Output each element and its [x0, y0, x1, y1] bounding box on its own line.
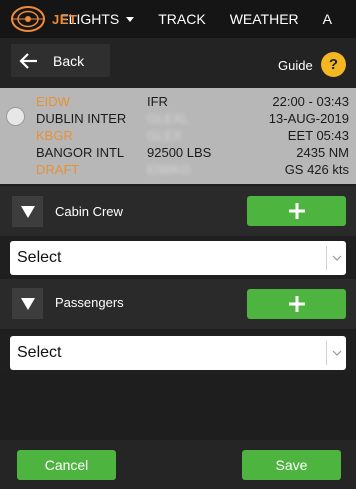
back-label: Back — [53, 52, 85, 69]
flight-row: BANGOR INTL 92500 LBS 2435 NM — [0, 145, 356, 161]
flight-rules: IFR — [147, 94, 168, 109]
arrival-code: KBGR — [36, 128, 73, 143]
add-passenger-button[interactable] — [247, 289, 346, 319]
passengers-select-row: Select — [0, 332, 356, 374]
footer-bar: Cancel Save — [0, 440, 356, 489]
passengers-collapse-button[interactable] — [12, 288, 43, 319]
passengers-label: Passengers — [55, 295, 124, 310]
nav-weather[interactable]: WEATHER — [230, 11, 299, 27]
cabin-crew-collapse-button[interactable] — [12, 196, 43, 227]
select-chevron-icon — [326, 341, 346, 365]
nav-truncated-item[interactable]: A — [323, 11, 332, 27]
logo-text: JET — [52, 12, 78, 27]
passengers-select[interactable]: Select — [10, 336, 346, 370]
nav-track-label: TRACK — [158, 11, 206, 27]
back-button[interactable]: Back — [11, 44, 110, 77]
passengers-header: Passengers — [0, 279, 356, 329]
caret-down-icon — [126, 16, 135, 22]
help-icon[interactable]: ? — [321, 52, 346, 77]
cabin-crew-select[interactable]: Select — [10, 241, 346, 275]
add-cabin-crew-button[interactable] — [247, 196, 346, 226]
collapse-triangle-icon — [20, 205, 35, 218]
collapse-triangle-icon — [20, 297, 35, 310]
departure-code: EIDW — [36, 94, 70, 109]
registration-redacted: EIWKO — [147, 162, 191, 177]
passengers-select-value: Select — [17, 344, 62, 361]
estimated-enroute-time: EET 05:43 — [287, 128, 349, 143]
aircraft-model-redacted: GLEX — [147, 128, 182, 143]
flight-row: EIDW IFR 22:00 - 03:43 — [0, 94, 356, 110]
departure-name: DUBLIN INTER — [36, 111, 127, 126]
flight-times: 22:00 - 03:43 — [272, 94, 349, 109]
nav-weather-label: WEATHER — [229, 11, 299, 27]
cancel-button[interactable]: Cancel — [17, 450, 116, 480]
arrival-name: BANGOR INTL — [36, 145, 125, 160]
nav-truncated-label: A — [322, 11, 332, 27]
nav-track[interactable]: TRACK — [158, 11, 205, 27]
ground-speed: GS 426 kts — [284, 162, 349, 177]
flight-row: DRAFT EIWKO GS 426 kts — [0, 162, 356, 178]
guide-link[interactable]: Guide — [278, 58, 313, 73]
flight-row: DUBLIN INTER GLEXL 13-AUG-2019 — [0, 111, 356, 127]
aircraft-type-redacted: GLEXL — [147, 111, 189, 126]
flight-summary-card[interactable]: EIDW IFR 22:00 - 03:43 DUBLIN INTER GLEX… — [0, 88, 356, 184]
flight-date: 13-AUG-2019 — [268, 111, 349, 126]
aircraft-weight: 92500 LBS — [147, 145, 212, 160]
select-chevron-icon — [326, 246, 346, 270]
cabin-crew-select-row: Select — [0, 237, 356, 279]
cabin-crew-select-value: Select — [17, 249, 62, 266]
jet-logo-icon — [11, 6, 45, 32]
plus-icon — [288, 296, 305, 312]
jet-logo[interactable]: JET — [0, 0, 77, 38]
cabin-crew-header: Cabin Crew — [0, 186, 356, 236]
top-nav: JET FLIGHTS TRACK WEATHER A — [0, 0, 356, 38]
save-button[interactable]: Save — [242, 450, 341, 480]
arrow-left-icon — [19, 52, 37, 69]
distance: 2435 NM — [296, 145, 349, 160]
flight-row: KBGR GLEX EET 05:43 — [0, 128, 356, 144]
cabin-crew-label: Cabin Crew — [55, 204, 123, 219]
flight-status: DRAFT — [36, 162, 80, 177]
plus-icon — [288, 203, 305, 219]
sub-toolbar: Back Guide ? — [0, 38, 356, 88]
